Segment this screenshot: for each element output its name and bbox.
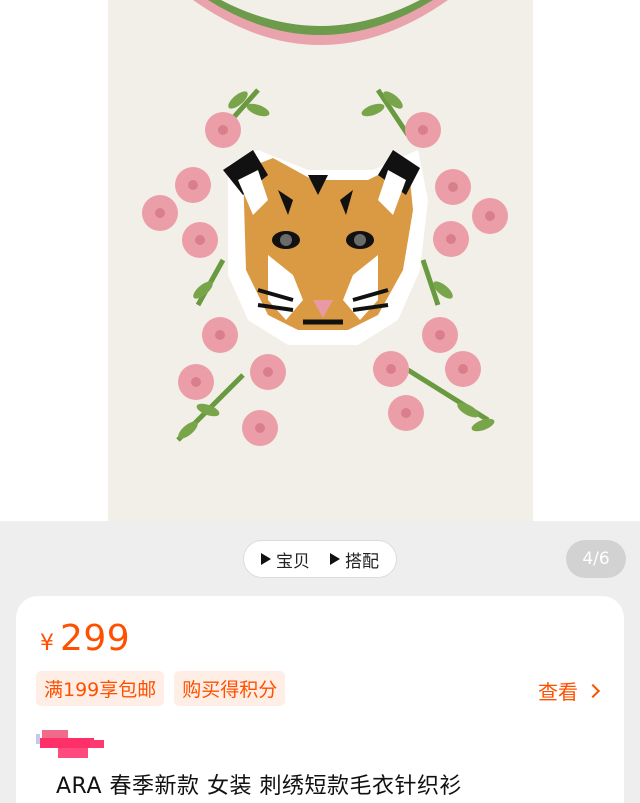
media-switcher-bar: 宝贝 搭配 4/6 — [0, 521, 640, 597]
product-image-area[interactable] — [0, 0, 640, 521]
sweater-illustration — [108, 0, 533, 521]
view-button[interactable]: 查看 — [538, 676, 601, 705]
product-info-card: ¥ 299 满199享包邮 购买得积分 查看 ARA 春季新款 女装 刺绣短款毛… — [16, 596, 624, 803]
chevron-right-icon — [585, 683, 601, 698]
view-label: 查看 — [538, 680, 578, 704]
play-triangle-icon — [261, 553, 271, 565]
price-value: 299 — [60, 618, 131, 659]
image-page-indicator: 4/6 — [566, 540, 626, 578]
tab-baobei-label: 宝贝 — [276, 551, 310, 572]
play-triangle-icon — [330, 553, 340, 565]
promo-tag-free-shipping[interactable]: 满199享包邮 — [36, 671, 165, 706]
tab-dapei[interactable]: 搭配 — [330, 547, 379, 572]
product-photo — [108, 0, 533, 521]
promo-tag-points[interactable]: 购买得积分 — [174, 671, 286, 706]
product-title: ARA 春季新款 女装 刺绣短款毛衣针织衫 — [56, 774, 462, 799]
promo-tags: 满199享包邮 购买得积分 — [36, 671, 286, 706]
currency-symbol: ¥ — [40, 631, 54, 656]
tab-baobei[interactable]: 宝贝 — [261, 547, 310, 572]
price: ¥ 299 — [40, 618, 130, 659]
media-type-segment: 宝贝 搭配 — [243, 540, 397, 578]
brand-logo-redacted — [36, 730, 104, 758]
tab-dapei-label: 搭配 — [345, 551, 379, 572]
